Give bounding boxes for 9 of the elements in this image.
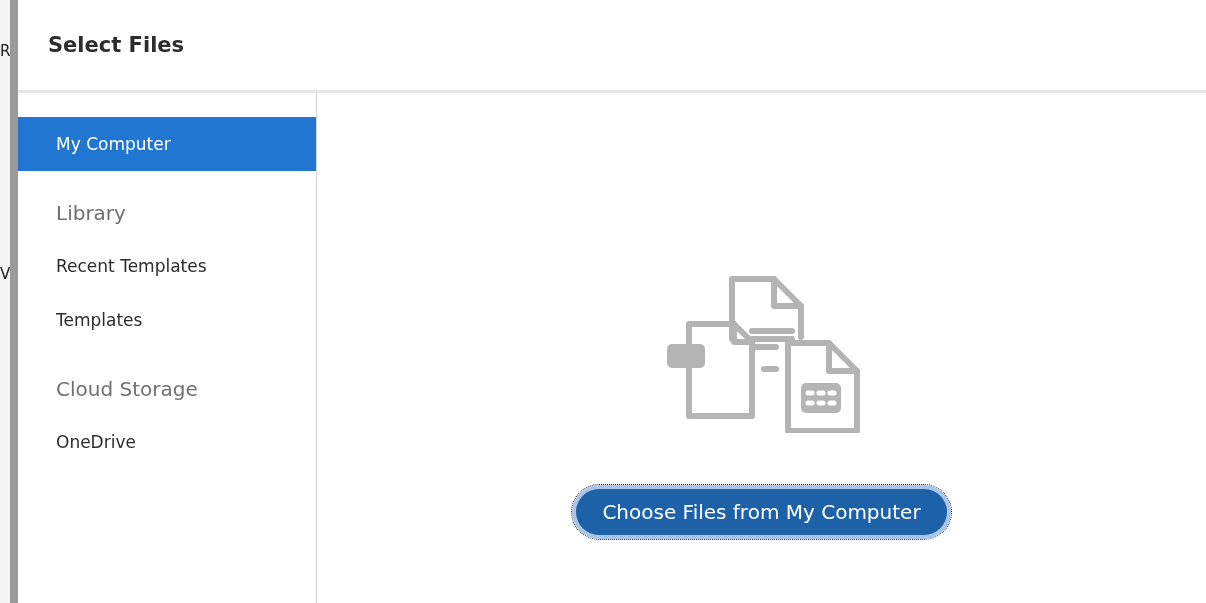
- sidebar-item[interactable]: Recent Templates: [18, 239, 316, 293]
- sidebar-section-header: Library: [55, 200, 127, 227]
- sidebar-item[interactable]: Templates: [18, 293, 316, 347]
- dialog-title: Select Files: [48, 33, 185, 57]
- sidebar-item[interactable]: OneDrive: [18, 415, 316, 469]
- background-text: V: [0, 265, 10, 283]
- background-text: R: [0, 42, 10, 60]
- sidebar-item[interactable]: My Computer: [18, 117, 316, 171]
- sidebar-section-header: Cloud Storage: [55, 376, 199, 403]
